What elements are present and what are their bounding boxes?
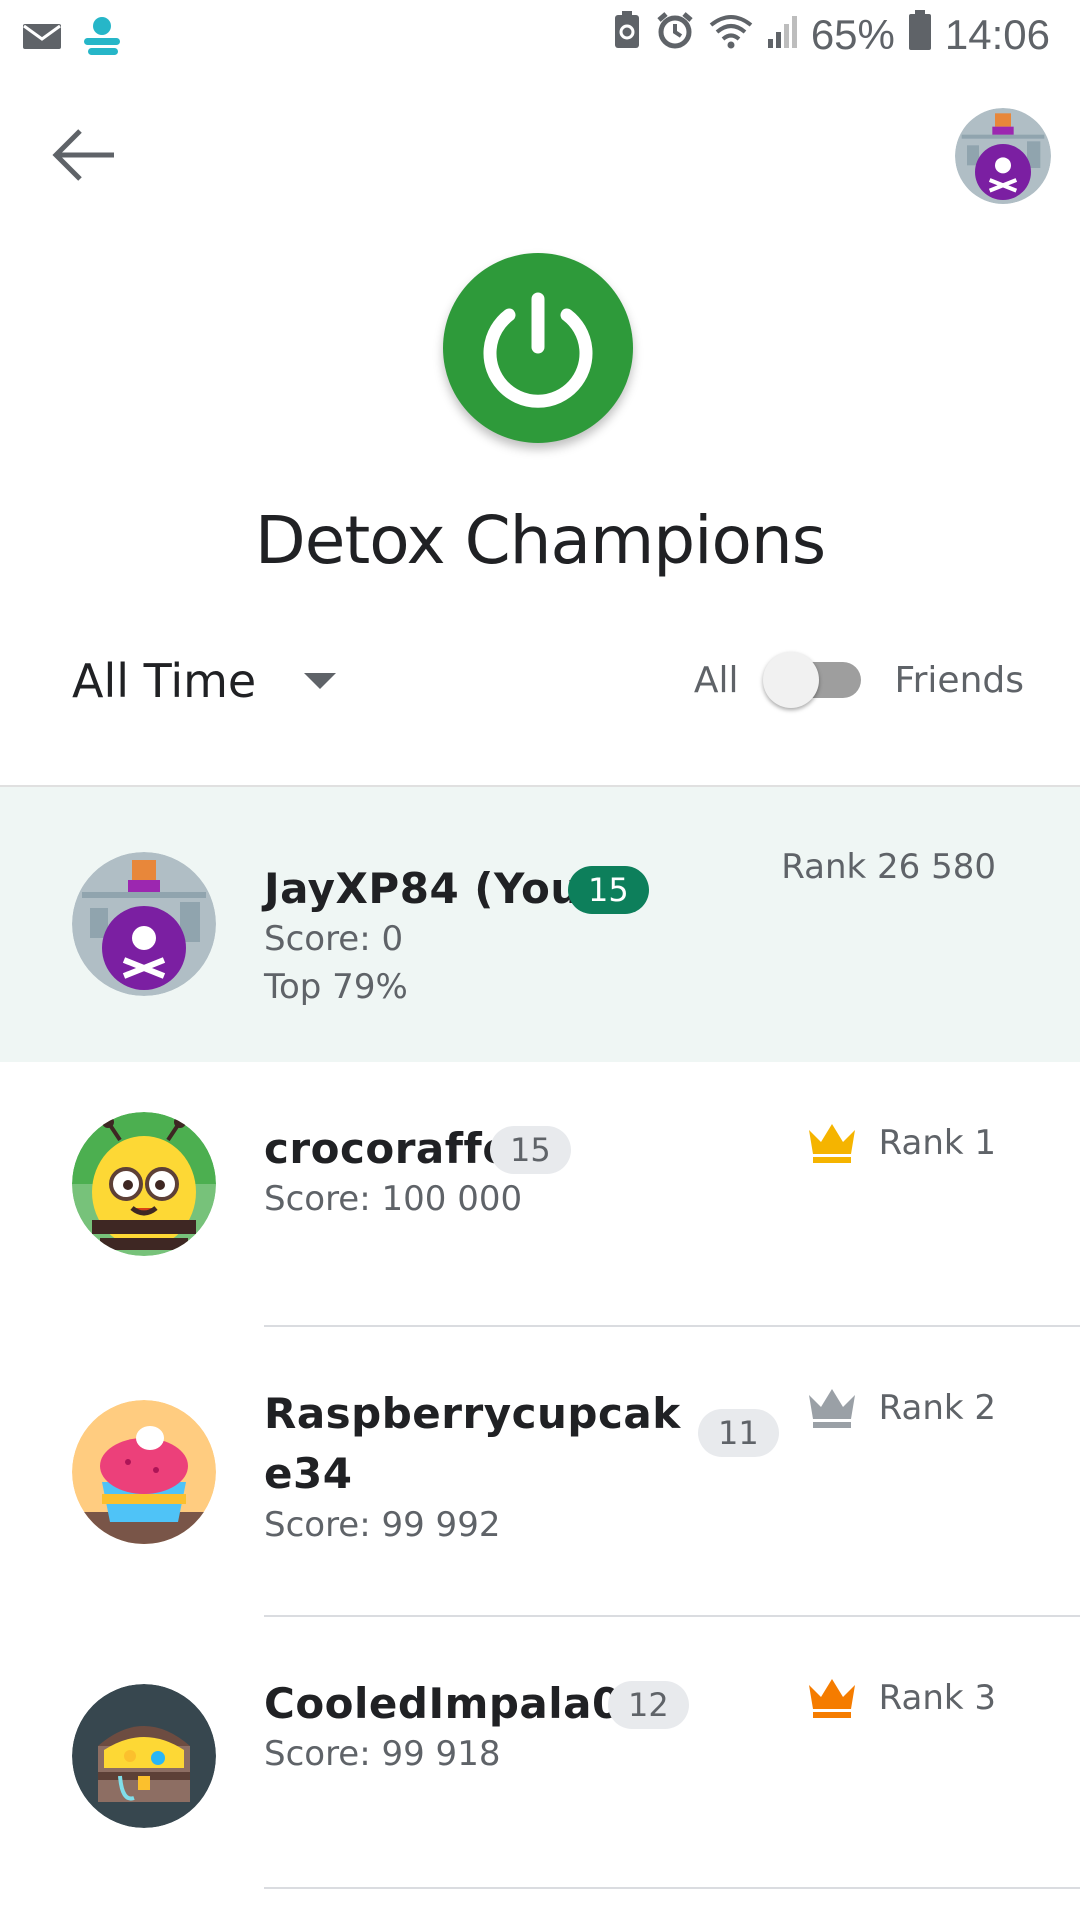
crown-gold-icon — [808, 1124, 855, 1163]
rank-label: Rank 2 — [878, 1388, 996, 1428]
player-name-line-1: Raspberrycupcak — [264, 1389, 681, 1438]
rank-label: Rank 26 580 — [781, 847, 996, 887]
leaderboard-row-rank-2[interactable]: Raspberrycupcak e34 11 Score: 99 992 Ran… — [0, 1327, 1080, 1617]
status-bar: 65% 14:06 — [0, 0, 1080, 72]
cupcake-avatar-icon — [72, 1400, 216, 1544]
signal-icon — [767, 11, 797, 59]
player-name: JayXP84 (You) — [264, 864, 601, 913]
poison-bottle-avatar-icon — [955, 108, 1051, 204]
clock: 14:06 — [944, 11, 1050, 58]
leaderboard-row-you[interactable]: JayXP84 (You) 15 Score: 0 Top 79% Rank 2… — [0, 787, 1080, 1062]
player-name: crocoraffe — [264, 1124, 512, 1173]
leaderboard-row-rank-3[interactable]: CooledImpala05 12 Score: 99 918 Rank 3 — [0, 1617, 1080, 1907]
arrow-left-icon — [52, 129, 114, 181]
player-rank: Rank 2 — [807, 1387, 996, 1429]
alarm-icon — [655, 10, 695, 60]
rank-label: Rank 1 — [878, 1123, 996, 1163]
page-title: Detox Champions — [254, 502, 826, 579]
crown-bronze-icon — [808, 1679, 855, 1718]
leaderboard-row-rank-1[interactable]: crocoraffe 15 Score: 100 000 Rank 1 — [0, 1062, 1080, 1327]
wifi-icon — [709, 11, 753, 59]
player-rank: Rank 26 580 — [781, 847, 996, 887]
player-score: Score: 99 992 — [264, 1505, 501, 1545]
level-badge: 15 — [490, 1126, 571, 1174]
power-icon — [483, 292, 593, 408]
battery-percent: 65% — [810, 11, 895, 58]
person-app-icon — [80, 14, 124, 63]
toggle-label-friends: Friends — [894, 659, 1024, 701]
avatar — [72, 1400, 216, 1544]
avatar — [72, 1112, 216, 1256]
level-badge: 12 — [608, 1681, 689, 1729]
crown-silver-icon — [808, 1389, 855, 1428]
battery-saver-icon — [613, 10, 641, 60]
level-badge: 15 — [568, 866, 649, 914]
player-percentile: Top 79% — [264, 967, 408, 1007]
player-rank: Rank 3 — [807, 1677, 996, 1719]
mail-icon — [22, 21, 62, 56]
battery-icon — [908, 10, 931, 60]
all-friends-switch[interactable] — [762, 652, 861, 708]
bee-avatar-icon — [72, 1112, 216, 1256]
row-divider — [264, 1887, 1080, 1889]
player-score: Score: 0 — [264, 919, 404, 959]
player-name: CooledImpala05 — [264, 1679, 652, 1728]
player-score: Score: 99 918 — [264, 1734, 501, 1774]
back-button[interactable] — [50, 125, 120, 185]
avatar — [72, 1684, 216, 1828]
player-name-line-2: e34 — [264, 1449, 353, 1498]
switch-thumb — [762, 652, 819, 708]
player-score: Score: 100 000 — [264, 1179, 523, 1219]
rank-label: Rank 3 — [878, 1678, 996, 1718]
player-rank: Rank 1 — [807, 1122, 996, 1164]
treasure-chest-avatar-icon — [72, 1684, 216, 1828]
toggle-label-all: All — [693, 659, 739, 701]
profile-avatar[interactable] — [955, 108, 1051, 204]
period-label: All Time — [72, 654, 257, 708]
all-friends-toggle-group: All Friends — [693, 652, 1024, 708]
level-badge: 11 — [698, 1409, 779, 1457]
power-button[interactable] — [443, 253, 633, 443]
poison-bottle-avatar-icon — [72, 852, 216, 996]
caret-down-icon — [304, 673, 337, 689]
avatar — [72, 852, 216, 996]
period-dropdown[interactable]: All Time — [72, 654, 337, 708]
